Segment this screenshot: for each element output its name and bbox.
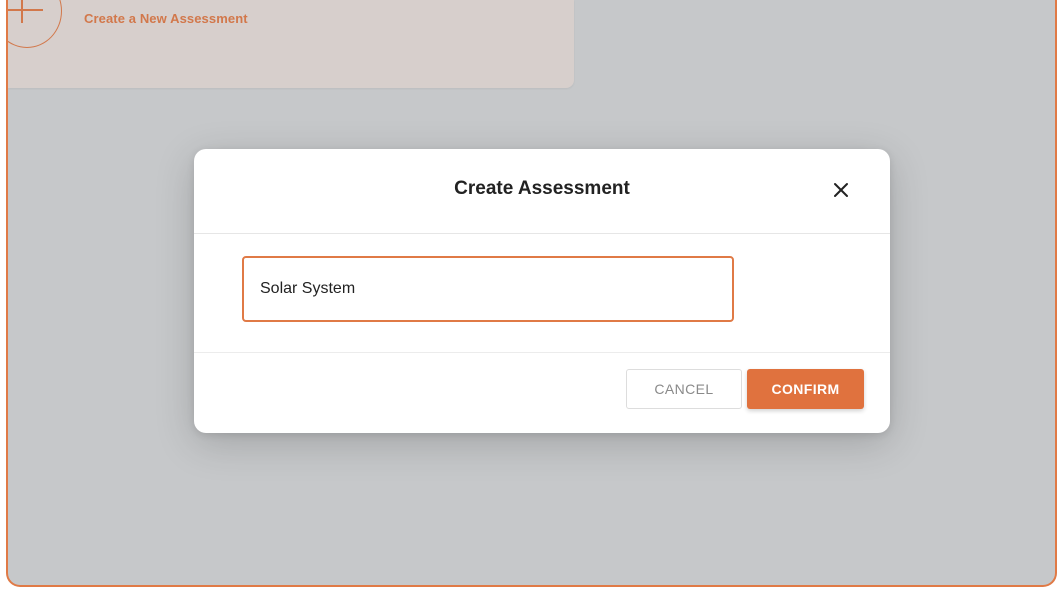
card-title: Create a New Assessment bbox=[84, 11, 248, 26]
dialog-footer: CANCEL CONFIRM bbox=[194, 353, 890, 433]
assessment-name-input[interactable] bbox=[242, 256, 734, 322]
create-assessment-dialog: Create Assessment CANCEL CONFIRM bbox=[194, 149, 890, 433]
create-new-assessment-card[interactable]: Create a New Assessment bbox=[8, 0, 574, 88]
app-frame: Create a New Assessment Create Assessmen… bbox=[6, 0, 1057, 587]
dialog-header: Create Assessment bbox=[194, 149, 890, 234]
cancel-button[interactable]: CANCEL bbox=[626, 369, 742, 409]
dialog-title: Create Assessment bbox=[454, 178, 630, 199]
close-icon bbox=[834, 183, 848, 197]
plus-circle-icon bbox=[8, 0, 62, 48]
dialog-body bbox=[194, 234, 890, 353]
confirm-button[interactable]: CONFIRM bbox=[747, 369, 864, 409]
close-button[interactable] bbox=[830, 179, 852, 201]
